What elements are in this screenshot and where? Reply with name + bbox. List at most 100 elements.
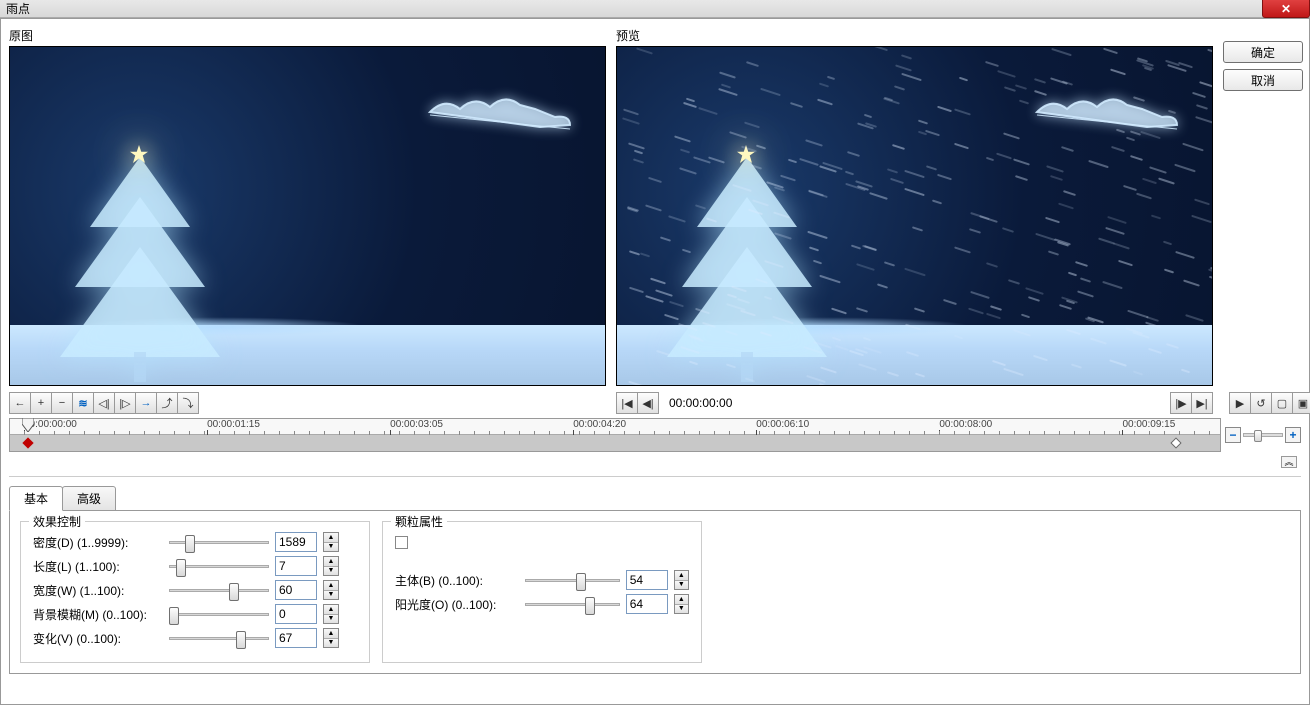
width-spinner[interactable]: ▲▼ [323,580,339,600]
full-screen-icon[interactable]: ▣ [1292,392,1310,414]
zoom-out-button[interactable]: − [1225,427,1241,443]
playback-time: 00:00:00:00 [669,396,732,410]
body-label: 主体(B) (0..100): [395,572,519,589]
curve-in-icon[interactable]: ⤴ [156,392,178,414]
slider-thumb[interactable] [576,573,586,591]
arrow-right-icon[interactable]: → [135,392,157,414]
original-image [9,46,606,386]
step-back-icon[interactable]: ◀| [637,392,659,414]
tab-basic[interactable]: 基本 [9,486,63,511]
zoom-thumb[interactable] [1254,430,1262,442]
preview-image [616,46,1213,386]
add-keyframe-icon[interactable]: + [30,392,52,414]
slider-thumb[interactable] [585,597,595,615]
ruler-tick: 00:00:04:20 [573,419,626,430]
window-title: 雨点 [6,0,30,17]
length-spinner[interactable]: ▲▼ [323,556,339,576]
length-input[interactable] [275,556,317,576]
particle-props-group: 颗粒属性 主体(B) (0..100):▲▼阳光度(O) (0..100):▲▼ [382,521,702,663]
half-screen-icon[interactable]: ▢ [1271,392,1293,414]
zoom-in-button[interactable]: + [1285,427,1301,443]
slider-thumb[interactable] [236,631,246,649]
sleigh-graphic [425,87,575,137]
density-spinner[interactable]: ▲▼ [323,532,339,552]
timeline[interactable]: 00:00:00:0000:00:01:1500:00:03:0500:00:0… [9,418,1221,452]
body-input[interactable] [626,570,668,590]
remove-keyframe-icon[interactable]: − [51,392,73,414]
go-start-icon[interactable]: |◀ [616,392,638,414]
density-input[interactable] [275,532,317,552]
spin-down-icon[interactable]: ▼ [324,639,338,648]
body-slider[interactable] [525,571,620,589]
bg_blur-spinner[interactable]: ▲▼ [323,604,339,624]
arrow-left-icon[interactable]: ← [9,392,31,414]
ruler-tick: 00:00:01:15 [207,419,260,430]
opacity-label: 阳光度(O) (0..100): [395,596,519,613]
variation-label: 变化(V) (0..100): [33,630,163,647]
length-slider[interactable] [169,557,269,575]
playback-bar: |◀ ◀| 00:00:00:00 |▶ ▶| [616,392,1213,414]
particle-props-legend: 颗粒属性 [391,513,447,530]
density-label: 密度(D) (1..9999): [33,534,163,551]
opacity-input[interactable] [626,594,668,614]
width-slider[interactable] [169,581,269,599]
body-spinner[interactable]: ▲▼ [674,570,689,590]
spin-up-icon[interactable]: ▲ [675,571,688,581]
slider-thumb[interactable] [185,535,195,553]
spin-up-icon[interactable]: ▲ [324,605,338,615]
variation-input[interactable] [275,628,317,648]
star-graphic [130,145,148,163]
timeline-ruler: 00:00:00:0000:00:01:1500:00:03:0500:00:0… [10,419,1220,435]
loop-icon[interactable]: ↺ [1250,392,1272,414]
opacity-spinner[interactable]: ▲▼ [674,594,689,614]
spin-down-icon[interactable]: ▼ [675,581,688,590]
spin-down-icon[interactable]: ▼ [324,615,338,624]
title-bar: 雨点 ✕ [0,0,1310,18]
spin-up-icon[interactable]: ▲ [675,595,688,605]
prev-frame-icon[interactable]: ◁| [93,392,115,414]
spin-up-icon[interactable]: ▲ [324,557,338,567]
variation-slider[interactable] [169,629,269,647]
slider-thumb[interactable] [229,583,239,601]
spin-down-icon[interactable]: ▼ [324,543,338,552]
play-icon[interactable]: ▶ [1229,392,1251,414]
go-end-icon[interactable]: ▶| [1191,392,1213,414]
opacity-slider[interactable] [525,595,620,613]
preview-label: 预览 [616,27,1213,44]
cancel-button[interactable]: 取消 [1223,69,1303,91]
step-forward-icon[interactable]: |▶ [1170,392,1192,414]
spin-down-icon[interactable]: ▼ [675,605,688,614]
width-input[interactable] [275,580,317,600]
length-label: 长度(L) (1..100): [33,558,163,575]
ruler-tick: 00:00:06:10 [756,419,809,430]
ok-button[interactable]: 确定 [1223,41,1303,63]
particle-checkbox[interactable] [395,536,408,549]
collapse-panel-icon[interactable]: ︽ [1281,456,1297,468]
spin-down-icon[interactable]: ▼ [324,567,338,576]
slider-thumb[interactable] [176,559,186,577]
spin-up-icon[interactable]: ▲ [324,581,338,591]
spin-up-icon[interactable]: ▲ [324,533,338,543]
spin-down-icon[interactable]: ▼ [324,591,338,600]
ruler-tick: 00:00:09:15 [1122,419,1175,430]
bg_blur-slider[interactable] [169,605,269,623]
timeline-track[interactable] [10,435,1220,451]
tree-graphic [40,157,240,386]
slider-thumb[interactable] [169,607,179,625]
next-frame-icon[interactable]: |▷ [114,392,136,414]
tab-advanced[interactable]: 高级 [62,486,116,511]
ruler-tick: 00:00:08:00 [939,419,992,430]
preview-tools: ▶ ↺ ▢ ▣ [1229,392,1310,414]
density-slider[interactable] [169,533,269,551]
variation-spinner[interactable]: ▲▼ [323,628,339,648]
original-column: 原图 [9,27,606,386]
spin-up-icon[interactable]: ▲ [324,629,338,639]
playhead-icon[interactable] [22,418,34,435]
zoom-control: − + [1225,427,1301,443]
window-close-button[interactable]: ✕ [1262,0,1310,18]
bg_blur-label: 背景模糊(M) (0..100): [33,606,163,623]
zoom-slider[interactable] [1243,433,1283,437]
curve-out-icon[interactable]: ⤵ [177,392,199,414]
wave-icon[interactable]: ≋ [72,392,94,414]
bg_blur-input[interactable] [275,604,317,624]
